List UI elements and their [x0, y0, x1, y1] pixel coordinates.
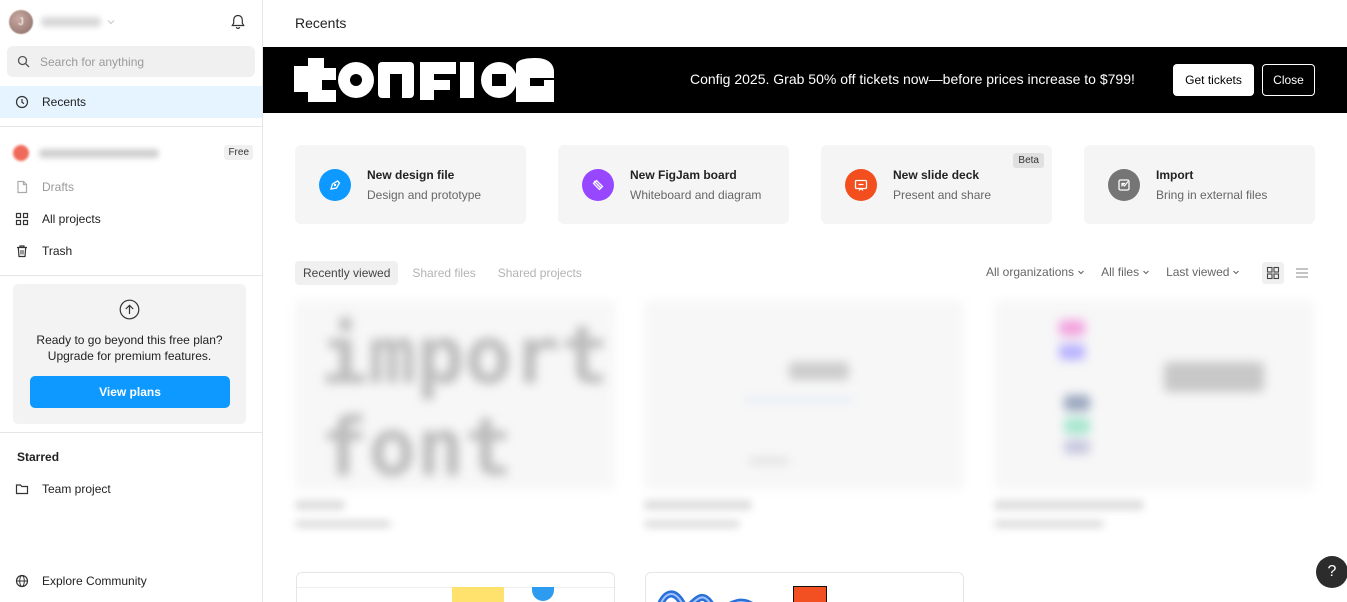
- new-slide-deck-card[interactable]: New slide deck Present and share Beta: [821, 145, 1052, 224]
- grid-icon: [15, 212, 29, 226]
- account-name: [41, 17, 101, 27]
- card-subtitle: Present and share: [893, 188, 992, 202]
- starred-heading: Starred: [17, 450, 60, 464]
- sidebar: J Recents Free Drafts All projects Trash…: [0, 0, 263, 602]
- sidebar-item-label: Trash: [42, 244, 73, 258]
- tab-shared-projects[interactable]: Shared projects: [490, 261, 590, 285]
- trash-icon: [15, 244, 29, 258]
- slides-icon: [845, 169, 877, 201]
- divider: [0, 432, 262, 433]
- file-meta: [644, 520, 740, 528]
- card-title: New design file: [367, 168, 455, 182]
- sidebar-item-label: Drafts: [42, 180, 75, 194]
- file-title: [644, 500, 752, 510]
- grid-view-button[interactable]: [1262, 262, 1284, 284]
- file-thumbnail[interactable]: import font: [295, 300, 615, 490]
- sidebar-item-label: Recents: [42, 95, 87, 109]
- close-banner-button[interactable]: Close: [1262, 64, 1315, 96]
- organization-filter[interactable]: All organizations: [986, 265, 1085, 279]
- divider: [0, 126, 262, 127]
- file-thumbnail[interactable]: [645, 572, 964, 602]
- file-meta: [295, 520, 391, 528]
- chevron-down-icon: [1233, 270, 1240, 275]
- new-design-file-card[interactable]: New design file Design and prototype: [295, 145, 526, 224]
- card-subtitle: Bring in external files: [1156, 188, 1268, 202]
- file-thumbnail[interactable]: [994, 300, 1314, 490]
- card-subtitle: Whiteboard and diagram: [630, 188, 762, 202]
- explore-community-link[interactable]: Explore Community: [0, 565, 262, 597]
- page-title: Recents: [295, 15, 347, 31]
- sidebar-item-label: All projects: [42, 212, 101, 226]
- starred-item-team-project[interactable]: Team project: [0, 473, 262, 505]
- marker-icon: [582, 169, 614, 201]
- sidebar-item-all-projects[interactable]: All projects: [0, 203, 262, 235]
- team-avatar: [13, 145, 29, 161]
- account-switcher[interactable]: J: [9, 10, 117, 34]
- chevron-down-icon: [107, 20, 115, 25]
- sidebar-item-recents[interactable]: Recents: [0, 86, 262, 118]
- bell-icon[interactable]: [229, 13, 247, 31]
- card-title: Import: [1156, 168, 1194, 182]
- pen-tool-icon: [319, 169, 351, 201]
- sidebar-item-drafts[interactable]: Drafts: [0, 171, 262, 203]
- sidebar-item-label: Team project: [42, 482, 111, 496]
- card-title: New FigJam board: [630, 168, 737, 182]
- file-thumbnail[interactable]: [296, 572, 615, 602]
- globe-icon: [15, 574, 29, 588]
- search-bar[interactable]: [7, 46, 255, 77]
- sort-filter[interactable]: Last viewed: [1166, 265, 1240, 279]
- file-meta: [994, 520, 1104, 528]
- file-type-filter[interactable]: All files: [1101, 265, 1150, 279]
- upgrade-text: Ready to go beyond this free plan? Upgrad…: [36, 333, 223, 363]
- grid-view-icon: [1266, 266, 1280, 280]
- team-name: [39, 148, 159, 158]
- beta-badge: Beta: [1013, 153, 1044, 168]
- import-card[interactable]: Import Bring in external files: [1084, 145, 1315, 224]
- file-title: [295, 500, 345, 510]
- filter-bar: All organizations All files Last viewed: [986, 265, 1256, 279]
- main-content: Recents Config 2025. Grab 50% off ticket…: [263, 0, 1347, 602]
- get-tickets-button[interactable]: Get tickets: [1173, 64, 1254, 96]
- list-view-icon: [1296, 268, 1308, 278]
- help-button[interactable]: ?: [1316, 556, 1347, 588]
- arrow-up-circle-icon: [119, 299, 140, 320]
- avatar[interactable]: J: [9, 10, 33, 34]
- tab-recently-viewed[interactable]: Recently viewed: [295, 261, 399, 285]
- sidebar-item-label: Explore Community: [42, 574, 147, 588]
- tab-shared-files[interactable]: Shared files: [404, 261, 483, 285]
- chevron-down-icon: [1143, 270, 1149, 275]
- sidebar-item-trash[interactable]: Trash: [0, 235, 262, 267]
- recents-tabs: Recently viewed Shared files Shared proj…: [295, 261, 596, 285]
- file-thumbnail[interactable]: [644, 300, 964, 490]
- file-title: [994, 500, 1144, 510]
- view-plans-button[interactable]: View plans: [30, 376, 230, 408]
- chevron-down-icon: [1078, 270, 1084, 275]
- folder-icon: [15, 482, 29, 496]
- config-logo: [294, 58, 554, 102]
- search-icon: [17, 55, 30, 68]
- divider: [0, 275, 262, 276]
- config-banner: Config 2025. Grab 50% off tickets now—be…: [263, 47, 1347, 113]
- upgrade-card: Ready to go beyond this free plan? Upgrad…: [13, 284, 246, 424]
- clock-icon: [15, 95, 29, 109]
- plan-badge: Free: [224, 145, 253, 160]
- search-input[interactable]: [40, 54, 240, 69]
- banner-message: Config 2025. Grab 50% off tickets now—be…: [690, 71, 1135, 87]
- file-icon: [15, 180, 29, 194]
- import-icon: [1108, 169, 1140, 201]
- list-view-button[interactable]: [1291, 262, 1313, 284]
- card-title: New slide deck: [893, 168, 980, 182]
- card-subtitle: Design and prototype: [367, 188, 482, 202]
- new-figjam-board-card[interactable]: New FigJam board Whiteboard and diagram: [558, 145, 789, 224]
- team-switcher[interactable]: Free: [13, 144, 253, 162]
